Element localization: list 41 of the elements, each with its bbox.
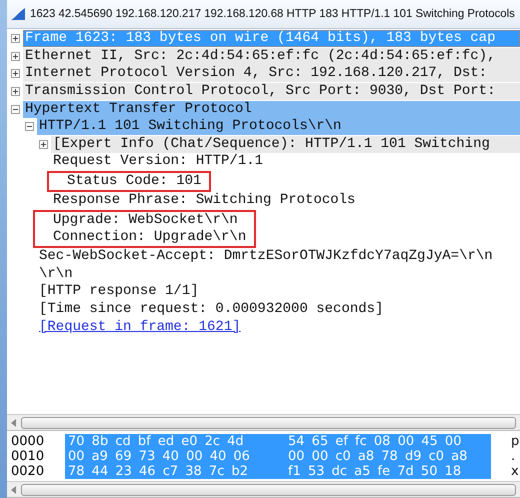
- tree-item[interactable]: Hypertext Transfer Protocol: [23, 100, 520, 118]
- expand-icon[interactable]: [11, 87, 20, 96]
- hex-offset: 0020: [11, 464, 46, 479]
- tree-item[interactable]: HTTP/1.1 101 Switching Protocols\r\n: [37, 118, 520, 136]
- horizontal-scrollbar[interactable]: [7, 481, 520, 498]
- expand-icon[interactable]: [11, 34, 20, 44]
- tree-item[interactable]: Transmission Control Protocol, Src Port: 9030, Dst Port:: [23, 83, 520, 100]
- expand-icon[interactable]: [39, 140, 48, 149]
- hex-bytes: 00 00 c0 a8 78 d9 c0 a8: [285, 449, 491, 464]
- frame-link[interactable]: [Request in frame: 1621]: [37, 318, 243, 336]
- collapse-icon[interactable]: [25, 122, 34, 132]
- tree-item[interactable]: Status Code: 101: [65, 172, 204, 190]
- tree-item[interactable]: Connection: Upgrade\r\n: [51, 228, 248, 246]
- ascii-text: .: [510, 449, 516, 464]
- scroll-left-icon[interactable]: [11, 486, 17, 494]
- ascii-text: p: [510, 434, 520, 449]
- hex-bytes: 78 44 23 46 c7 38 7c b2: [65, 464, 285, 479]
- collapse-icon[interactable]: [11, 104, 20, 114]
- tree-item[interactable]: [Expert Info (Chat/Sequence): HTTP/1.1 101 Switching: [51, 136, 520, 153]
- tree-item[interactable]: [HTTP response 1/1]: [37, 283, 201, 300]
- expand-icon[interactable]: [11, 52, 20, 61]
- tree-item[interactable]: [Time since request: 0.000932000 seconds]: [37, 300, 386, 318]
- tree-item[interactable]: Ethernet II, Src: 2c:4d:54:65:ef:fc (2c:4d:54:65:ef:fc),: [23, 48, 520, 65]
- hex-offset: 0010: [11, 449, 46, 464]
- tree-item[interactable]: \r\n: [37, 266, 75, 283]
- hex-offset: 0000: [11, 434, 46, 449]
- scroll-left-icon[interactable]: [11, 418, 17, 426]
- hex-bytes: 54 65 ef fc 08 00 45 00: [285, 434, 491, 449]
- hex-bytes: 00 a9 69 73 40 00 40 06: [65, 449, 285, 464]
- tree-item[interactable]: Sec-WebSocket-Accept: DmrtzESorOTWJKzfdcY7aqZgJyA=\r\n: [37, 248, 495, 266]
- hex-bytes: 70 8b cd bf ed e0 2c 4d: [65, 434, 285, 449]
- tree-item[interactable]: Internet Protocol Version 4, Src: 192.168.120.217, Dst:: [23, 65, 520, 82]
- window-title: 1623 42.545690 192.168.120.217 192.168.120.68 HTTP 183 HTTP/1.1 101 Switching Protocols: [30, 8, 515, 20]
- ascii-text: x: [510, 464, 520, 479]
- hex-bytes: f1 53 dc a5 fe 7d 50 18: [285, 464, 491, 479]
- shark-fin-icon: [10, 7, 26, 21]
- tree-item[interactable]: Request Version: HTTP/1.1: [51, 153, 266, 170]
- expand-icon[interactable]: [11, 69, 20, 78]
- horizontal-scrollbar[interactable]: [7, 414, 520, 431]
- tree-item[interactable]: Response Phrase: Switching Protocols: [51, 192, 358, 210]
- tree-item[interactable]: Upgrade: WebSocket\r\n: [51, 212, 240, 229]
